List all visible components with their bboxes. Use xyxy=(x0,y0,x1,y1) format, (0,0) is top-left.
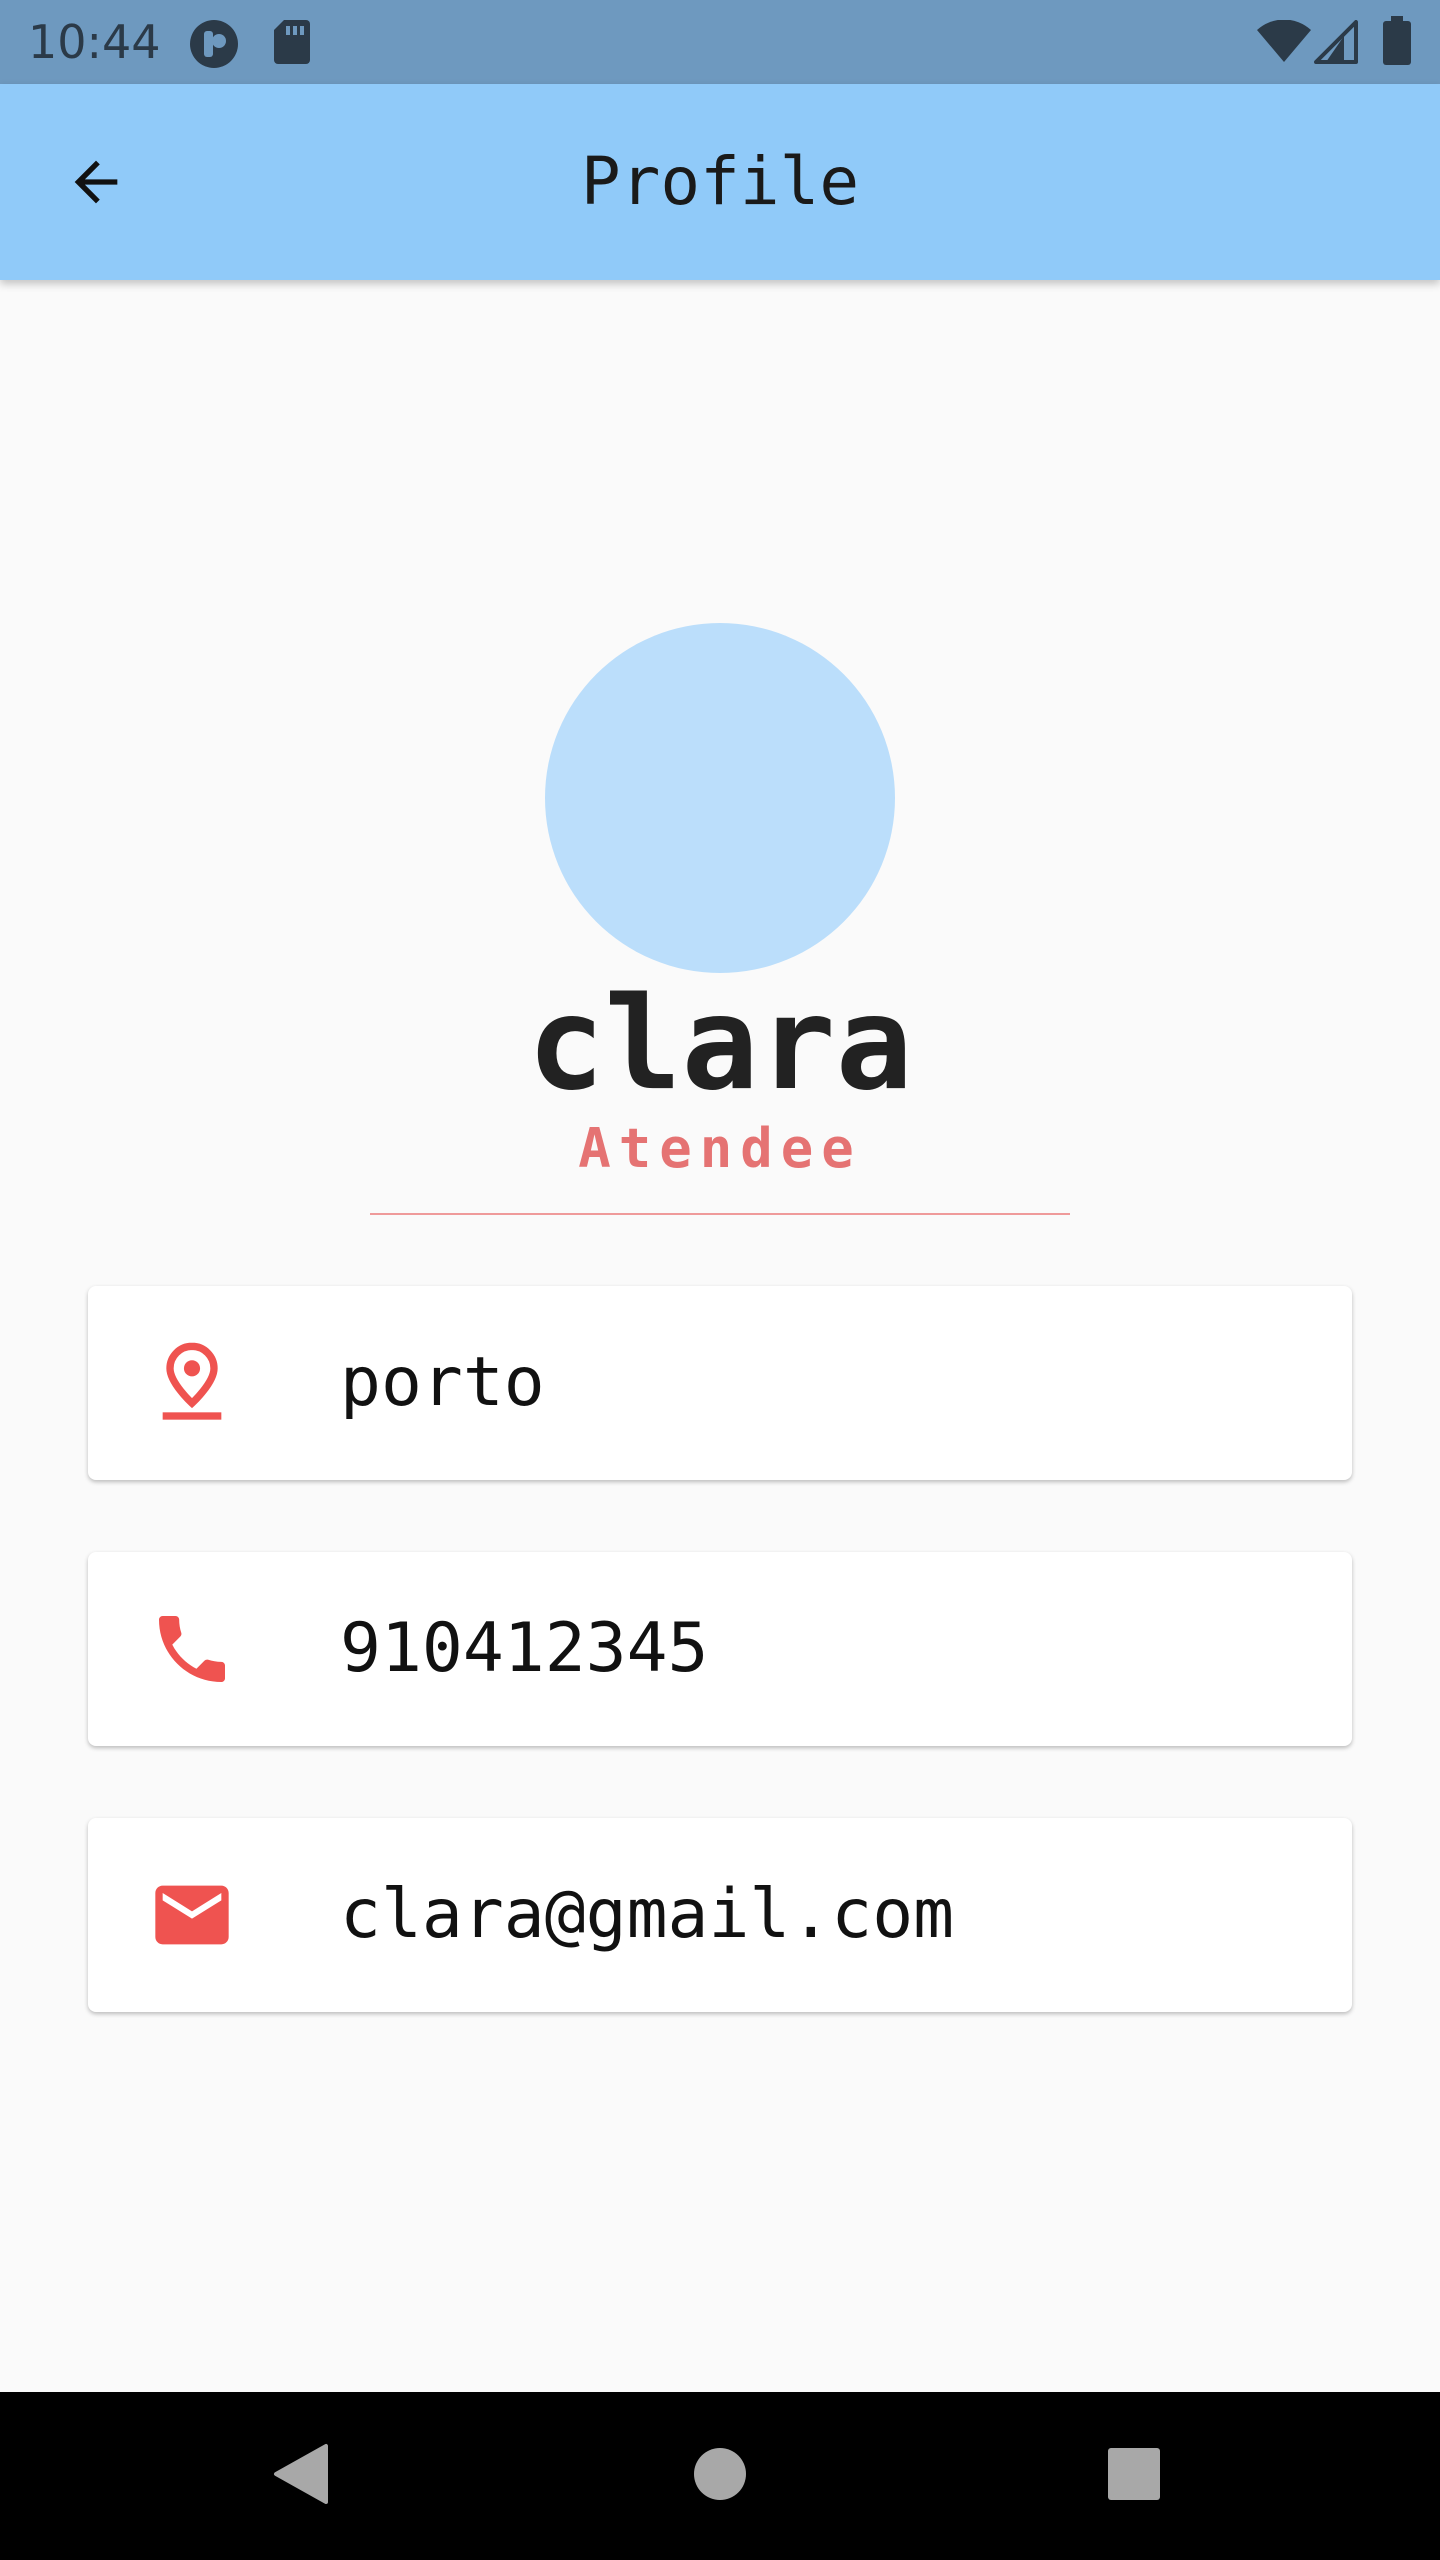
email-value: clara@gmail.com xyxy=(340,1875,955,1954)
status-time: 10:44 xyxy=(28,15,161,69)
email-card: clara@gmail.com xyxy=(88,1818,1352,2012)
system-nav-bar xyxy=(0,2392,1440,2560)
profile-role: Atendee xyxy=(578,1117,862,1180)
cell-signal-icon xyxy=(1314,20,1358,68)
phone-icon xyxy=(148,1605,236,1693)
nav-home-button[interactable] xyxy=(660,2416,780,2536)
page-title: Profile xyxy=(580,143,860,220)
location-value: porto xyxy=(340,1343,545,1422)
profile-name: clara xyxy=(527,970,913,1119)
app-bar: Profile xyxy=(0,84,1440,280)
divider xyxy=(370,1213,1070,1215)
email-icon xyxy=(148,1871,236,1959)
location-pin-icon xyxy=(148,1339,236,1427)
notification-app-icon xyxy=(188,18,240,74)
nav-back-button[interactable] xyxy=(240,2416,360,2536)
nav-recents-button[interactable] xyxy=(1074,2416,1194,2536)
recents-square-icon xyxy=(1106,2446,1162,2506)
arrow-back-icon xyxy=(64,150,128,218)
location-card: porto xyxy=(88,1286,1352,1480)
sd-card-icon xyxy=(272,18,312,70)
phone-card: 910412345 xyxy=(88,1552,1352,1746)
wifi-icon xyxy=(1256,19,1312,68)
battery-icon xyxy=(1382,16,1412,70)
home-circle-icon xyxy=(692,2446,748,2506)
status-bar: 10:44 xyxy=(0,0,1440,84)
avatar xyxy=(545,623,895,973)
phone-value: 910412345 xyxy=(340,1609,709,1688)
back-button[interactable] xyxy=(48,136,144,232)
back-triangle-icon xyxy=(270,2442,330,2510)
